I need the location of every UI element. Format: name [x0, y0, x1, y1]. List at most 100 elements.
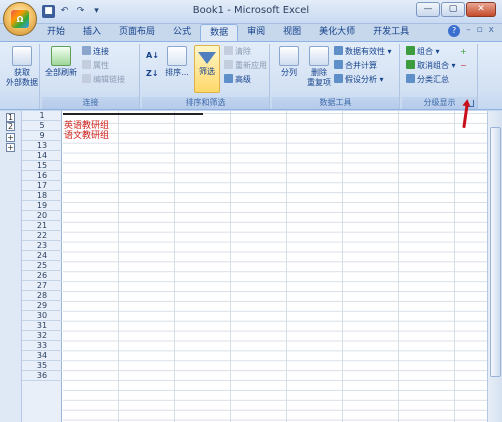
row-header[interactable]: 21 [22, 221, 62, 231]
row-header[interactable]: 35 [22, 361, 62, 371]
minimize-button[interactable]: — [416, 2, 440, 17]
refresh-all-button[interactable]: 全部刷新 [44, 46, 78, 78]
show-detail-icon[interactable]: + [460, 46, 467, 58]
row-header[interactable]: 23 [22, 241, 62, 251]
expand-icon[interactable]: + [6, 143, 15, 152]
tab-developer[interactable]: 开发工具 [364, 24, 418, 41]
row-header[interactable]: 16 [22, 171, 62, 181]
get-external-data-button[interactable]: 获取 外部数据 [6, 46, 38, 88]
edit-links-label: 编辑链接 [93, 75, 125, 84]
group-get-external: 获取 外部数据 [2, 44, 40, 109]
scrollbar-thumb[interactable] [490, 127, 501, 377]
outline-level-1-button[interactable]: 1 [6, 113, 15, 122]
tab-beautify[interactable]: 美化大师 [310, 24, 364, 41]
clear-label: 清除 [235, 47, 251, 56]
what-if-label: 假设分析 [345, 75, 377, 84]
group-rows-button[interactable]: 组合 ▾ [406, 46, 440, 58]
row-header[interactable]: 24 [22, 251, 62, 261]
tab-formulas[interactable]: 公式 [164, 24, 200, 41]
row-header[interactable]: 15 [22, 161, 62, 171]
advanced-icon [224, 74, 233, 83]
ungroup-button[interactable]: 取消组合 ▾ [406, 60, 456, 72]
row-header[interactable]: 30 [22, 311, 62, 321]
office-button[interactable]: Ω [3, 2, 37, 36]
properties-button[interactable]: 属性 [82, 60, 109, 72]
title-bar: ■ ↶ ↷ ▾ Book1 - Microsoft Excel — ▢ ✕ [0, 0, 502, 24]
row-header[interactable]: 34 [22, 351, 62, 361]
row-header[interactable]: 20 [22, 211, 62, 221]
refresh-all-label: 全部刷新 [45, 68, 77, 77]
cell-b9[interactable]: 语文教研组 [64, 131, 109, 141]
data-validation-icon [334, 46, 343, 55]
subtotal-label: 分类汇总 [417, 75, 449, 84]
edit-links-button[interactable]: 编辑链接 [82, 74, 125, 86]
row-header[interactable]: 13 [22, 141, 62, 151]
filter-label: 筛选 [199, 67, 215, 76]
row-header[interactable]: 19 [22, 201, 62, 211]
selected-range-border [63, 113, 203, 115]
close-button[interactable]: ✕ [466, 2, 496, 17]
subtotal-icon [406, 74, 415, 83]
ribbon-close-icon[interactable]: x [489, 25, 494, 37]
hide-detail-icon[interactable]: − [460, 60, 467, 72]
row-header[interactable]: 1 [22, 111, 62, 121]
what-if-button[interactable]: 假设分析 ▾ [334, 74, 384, 86]
tab-view[interactable]: 视图 [274, 24, 310, 41]
row-header[interactable]: 26 [22, 271, 62, 281]
advanced-button[interactable]: 高级 [224, 74, 251, 86]
help-icon[interactable]: ? [448, 25, 461, 37]
properties-label: 属性 [93, 61, 109, 70]
remove-duplicates-button[interactable]: 删除 重复项 [304, 46, 334, 88]
row-header[interactable]: 31 [22, 321, 62, 331]
cell-grid[interactable]: 英语教研组 语文教研组 [63, 111, 487, 422]
row-header[interactable]: 36 [22, 371, 62, 381]
outline-level-2-button[interactable]: 2 [6, 122, 15, 131]
connections-button[interactable]: 连接 [82, 46, 109, 58]
outline-bar: 1 2 + + [0, 111, 22, 422]
group-label-data-tools: 数据工具 [272, 97, 399, 109]
tab-data[interactable]: 数据 [200, 24, 239, 41]
sort-za-icon[interactable]: Z↓ [146, 68, 159, 80]
text-to-columns-button[interactable]: 分列 [274, 46, 304, 78]
remove-duplicates-label: 删除 重复项 [307, 68, 331, 87]
row-header[interactable]: 22 [22, 231, 62, 241]
ribbon-minimize-icon[interactable]: – [466, 25, 471, 37]
data-validation-button[interactable]: 数据有效性 ▾ [334, 46, 392, 58]
row-header[interactable]: 9 [22, 131, 62, 141]
row-header[interactable]: 29 [22, 301, 62, 311]
row-header[interactable]: 27 [22, 281, 62, 291]
consolidate-button[interactable]: 合并计算 [334, 60, 377, 72]
filter-button[interactable]: 筛选 [194, 45, 220, 93]
group-connections: 全部刷新 连接 属性 编辑链接 连接 [42, 44, 140, 109]
row-headers: 1 5 9 13 14 15 16 17 18 19 20 21 22 23 2… [22, 111, 62, 422]
funnel-icon [198, 52, 216, 64]
vertical-scrollbar[interactable] [487, 111, 502, 422]
tab-home[interactable]: 开始 [38, 24, 74, 41]
ribbon-spacer [480, 44, 500, 109]
row-header[interactable]: 33 [22, 341, 62, 351]
clear-button[interactable]: 清除 [224, 46, 251, 58]
subtotal-button[interactable]: 分类汇总 [406, 74, 449, 86]
row-header[interactable]: 5 [22, 121, 62, 131]
ribbon-restore-icon[interactable]: ▫ [477, 25, 483, 37]
row-header[interactable]: 17 [22, 181, 62, 191]
group-label: 组合 [417, 47, 433, 56]
window-controls: — ▢ ✕ [416, 2, 496, 17]
ribbon-tabs: 开始 插入 页面布局 公式 数据 审阅 视图 美化大师 开发工具 [38, 24, 418, 41]
tab-insert[interactable]: 插入 [74, 24, 110, 41]
restore-button[interactable]: ▢ [441, 2, 465, 17]
what-if-icon [334, 74, 343, 83]
row-header[interactable]: 28 [22, 291, 62, 301]
sort-label: 排序... [165, 68, 189, 77]
reapply-button[interactable]: 重新应用 [224, 60, 267, 72]
sort-az-icon[interactable]: A↓ [146, 50, 159, 62]
row-header[interactable]: 32 [22, 331, 62, 341]
tab-page-layout[interactable]: 页面布局 [110, 24, 164, 41]
row-header[interactable]: 18 [22, 191, 62, 201]
tab-review[interactable]: 审阅 [238, 24, 274, 41]
row-header[interactable]: 25 [22, 261, 62, 271]
sort-button[interactable]: 排序... [162, 46, 192, 78]
row-header[interactable]: 14 [22, 151, 62, 161]
expand-icon[interactable]: + [6, 133, 15, 142]
cell-b5[interactable]: 英语教研组 [64, 121, 109, 131]
